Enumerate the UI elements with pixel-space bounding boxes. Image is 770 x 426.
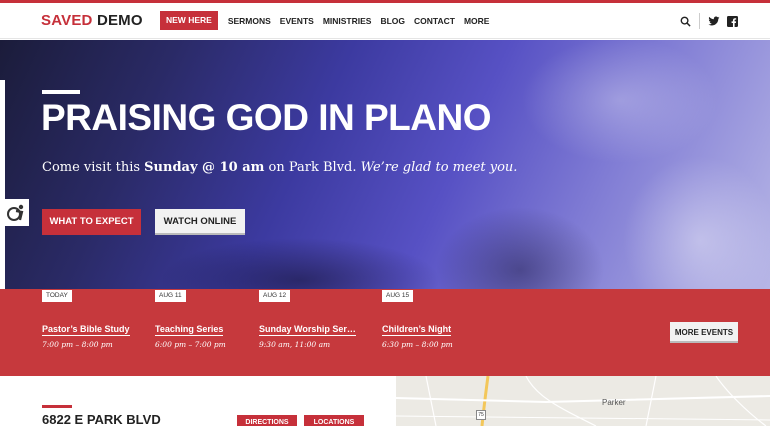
- highway-shield: 75: [476, 410, 486, 420]
- hero-subtitle-mid: on Park Blvd.: [264, 160, 361, 175]
- event-time: 6:30 pm – 8:00 pm: [382, 340, 453, 349]
- address-rule: [42, 405, 72, 408]
- search-icon[interactable]: [679, 15, 691, 27]
- hero-title-rule: [42, 90, 80, 94]
- hero-subtitle-welcome: We’re glad to meet you.: [360, 160, 518, 175]
- logo-rest-text: DEMO: [92, 12, 143, 29]
- site-logo[interactable]: SAVED DEMO: [41, 12, 143, 29]
- twitter-icon[interactable]: [708, 15, 720, 27]
- site-header: SAVED DEMO NEW HERE SERMONS EVENTS MINIS…: [0, 3, 770, 39]
- directions-button[interactable]: DIRECTIONS: [237, 415, 297, 426]
- hero-subtitle-time: Sunday @ 10 am: [144, 160, 265, 175]
- church-address: 6822 E PARK BLVD: [42, 412, 161, 426]
- event-title-link[interactable]: Sunday Worship Ser…: [259, 324, 356, 336]
- location-panel: 6822 E PARK BLVD DIRECTIONS LOCATIONS: [0, 376, 396, 426]
- event-time: 9:30 am, 11:00 am: [259, 340, 331, 349]
- logo-accent-text: SAVED: [41, 12, 93, 29]
- event-title-link[interactable]: Pastor’s Bible Study: [42, 324, 130, 336]
- accessibility-icon[interactable]: [4, 199, 29, 226]
- nav-item-blog[interactable]: BLOG: [380, 12, 405, 30]
- event-time: 6:00 pm – 7:00 pm: [155, 340, 226, 349]
- nav-item-contact[interactable]: CONTACT: [414, 12, 455, 30]
- watch-online-button[interactable]: WATCH ONLINE: [155, 209, 245, 235]
- event-time: 7:00 pm – 8:00 pm: [42, 340, 113, 349]
- left-edge-bar: [0, 80, 5, 290]
- hero-subtitle: Come visit this Sunday @ 10 am on Park B…: [42, 160, 517, 175]
- main-nav: NEW HERE SERMONS EVENTS MINISTRIES BLOG …: [160, 11, 498, 30]
- nav-item-ministries[interactable]: MINISTRIES: [323, 12, 372, 30]
- nav-item-more[interactable]: MORE: [464, 12, 490, 30]
- event-date-badge: AUG 12: [259, 290, 291, 302]
- header-icons: [679, 13, 738, 29]
- more-events-button[interactable]: MORE EVENTS: [670, 322, 738, 343]
- upcoming-events-band: TODAY Pastor’s Bible Study 7:00 pm – 8:0…: [0, 289, 770, 376]
- nav-item-sermons[interactable]: SERMONS: [228, 12, 271, 30]
- map-roads: [396, 376, 770, 426]
- hero-banner: PRAISING GOD IN PLANO Come visit this Su…: [0, 40, 770, 289]
- what-to-expect-button[interactable]: WHAT TO EXPECT: [42, 209, 141, 235]
- map-place-label: Parker: [602, 398, 626, 407]
- event-date-badge: AUG 11: [155, 290, 186, 302]
- nav-item-new-here[interactable]: NEW HERE: [160, 11, 218, 30]
- event-date-badge: TODAY: [42, 290, 72, 302]
- locations-button[interactable]: LOCATIONS: [304, 415, 364, 426]
- location-map[interactable]: 75 Parker: [396, 376, 770, 426]
- hero-title: PRAISING GOD IN PLANO: [41, 97, 491, 138]
- facebook-icon[interactable]: [726, 15, 738, 27]
- event-title-link[interactable]: Teaching Series: [155, 324, 224, 336]
- event-date-badge: AUG 15: [382, 290, 414, 302]
- header-divider: [699, 13, 700, 29]
- hero-subtitle-pre: Come visit this: [42, 160, 145, 175]
- nav-item-events[interactable]: EVENTS: [280, 12, 314, 30]
- event-title-link[interactable]: Children’s Night: [382, 324, 452, 336]
